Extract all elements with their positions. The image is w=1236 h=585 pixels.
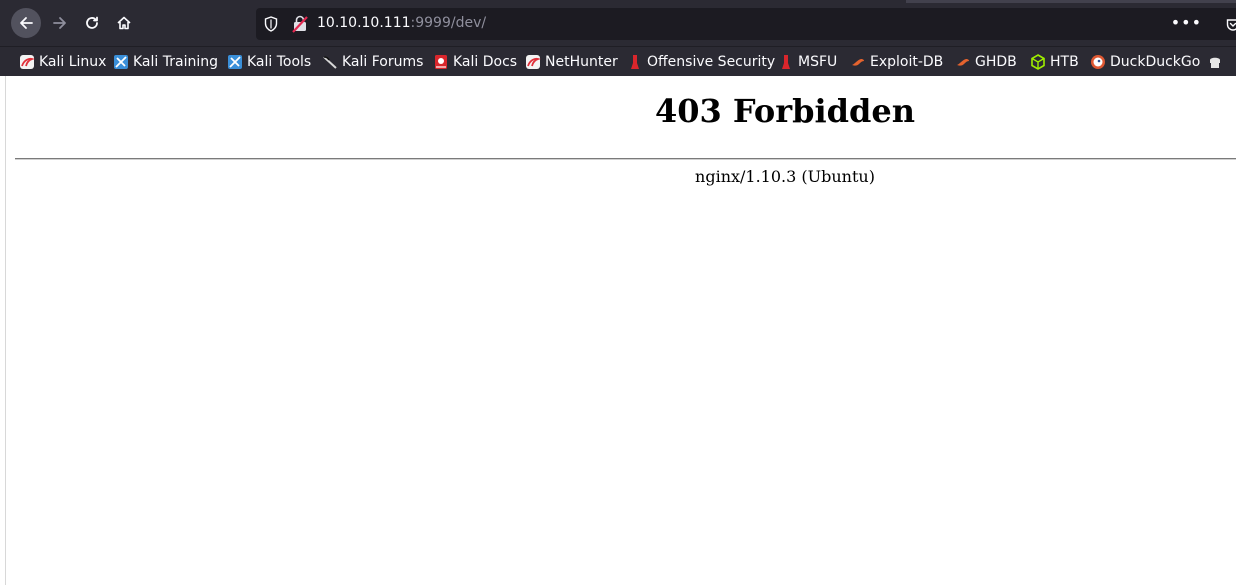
bookmark-label: Offensive Security — [647, 54, 776, 70]
ghdb-icon — [957, 59, 969, 66]
bookmark-label: Kali Forums — [342, 54, 424, 70]
page-body — [6, 76, 1236, 585]
bookmark-label: Kali Docs — [453, 54, 518, 70]
bookmark-label: MSFU — [798, 54, 838, 70]
bookmark-kali-tools[interactable]: Kali Tools — [227, 52, 311, 72]
home-button[interactable] — [109, 8, 139, 38]
bookmark-offensive-security[interactable]: Offensive Security — [627, 52, 775, 72]
server-signature: nginx/1.10.3 (Ubuntu) — [695, 167, 875, 186]
exploit-db-icon — [852, 59, 864, 66]
kali-docs-icon — [435, 55, 447, 69]
bookmark-label: NetHunter — [545, 54, 618, 70]
address-bar[interactable]: 10.10.10.111:9999/dev/ ••• — [256, 8, 1236, 40]
bookmark-label: DuckDuckGo — [1110, 54, 1201, 70]
bookmark-label: Exploit-DB — [870, 54, 944, 70]
reload-button[interactable] — [77, 8, 107, 38]
pocket-icon[interactable] — [1226, 17, 1236, 36]
page-actions-menu-icon[interactable]: ••• — [1171, 13, 1202, 32]
offsec-icon — [631, 55, 639, 69]
bookmark-kali-linux[interactable]: Kali Linux — [19, 52, 106, 72]
bookmark-label: Kali Training — [133, 54, 218, 70]
bookmark-label: Kali Tools — [247, 54, 312, 70]
kali-forums-icon — [323, 56, 337, 69]
nethunter-icon — [526, 55, 541, 69]
tab-strip-edge — [906, 0, 1236, 3]
bookmark-overflow-icon — [1210, 57, 1220, 68]
kali-dragon-icon — [20, 55, 35, 69]
bookmark-duckduckgo[interactable]: DuckDuckGo — [1090, 52, 1200, 72]
tracking-protection-shield-icon[interactable] — [264, 16, 278, 36]
htb-icon — [1031, 54, 1045, 70]
bookmark-ghdb[interactable]: GHDB — [955, 52, 1017, 72]
bookmark-htb[interactable]: HTB — [1030, 52, 1079, 72]
bookmark-exploit-db[interactable]: Exploit-DB — [850, 52, 943, 72]
bookmarks-toolbar: Kali Linux Kali Training Kali Tools Kali… — [0, 46, 1236, 76]
back-button[interactable] — [11, 8, 41, 38]
bookmark-msfu[interactable]: MSFU — [778, 52, 837, 72]
msfu-icon — [782, 55, 790, 69]
page-title: 403 Forbidden — [654, 92, 915, 130]
bookmark-label: GHDB — [975, 54, 1017, 70]
bookmark-label: Kali Linux — [39, 54, 107, 70]
bookmark-label: HTB — [1050, 54, 1079, 70]
bookmark-overflow[interactable] — [1207, 52, 1227, 72]
url-host: 10.10.10.111 — [317, 15, 411, 31]
bookmark-kali-training[interactable]: Kali Training — [113, 52, 218, 72]
duckduckgo-icon — [1091, 55, 1105, 69]
arrow-left-icon — [20, 17, 33, 29]
bookmark-kali-forums[interactable]: Kali Forums — [322, 52, 423, 72]
url-path: :9999/dev/ — [410, 15, 487, 31]
kali-tools-icon — [228, 55, 242, 69]
kali-training-icon — [114, 55, 128, 69]
bookmark-kali-docs[interactable]: Kali Docs — [433, 52, 517, 72]
url-text[interactable]: 10.10.10.111:9999/dev/ — [317, 15, 486, 31]
home-icon — [117, 16, 131, 30]
forward-button[interactable] — [45, 8, 75, 38]
horizontal-rule — [15, 158, 1236, 160]
bookmark-nethunter[interactable]: NetHunter — [525, 52, 618, 72]
reload-icon — [86, 16, 98, 29]
browser-toolbar: 10.10.10.111:9999/dev/ ••• — [0, 0, 1236, 46]
insecure-connection-lock-icon[interactable] — [292, 15, 308, 37]
arrow-right-icon — [53, 17, 66, 29]
